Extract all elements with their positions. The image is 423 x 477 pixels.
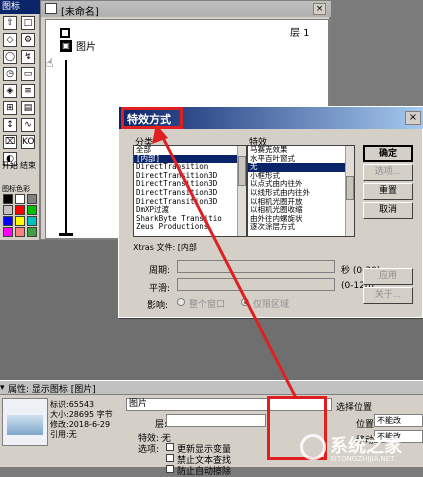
annotation-arrow <box>152 124 298 399</box>
watermark-logo-icon <box>300 434 326 460</box>
watermark: 系统之家 XITONGZHIJIA.NET <box>300 430 423 467</box>
watermark-url: XITONGZHIJIA.NET <box>330 455 395 463</box>
